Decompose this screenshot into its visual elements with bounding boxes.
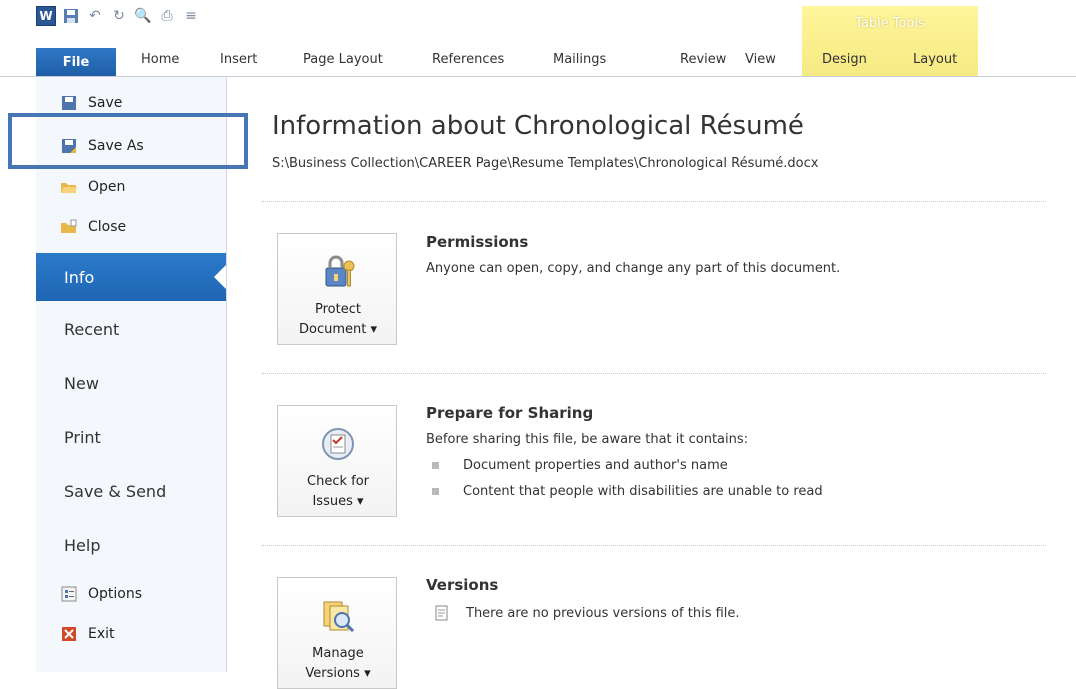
manage-versions-button[interactable]: Manage Versions ▾ [277, 577, 397, 689]
tab-page-layout[interactable]: Page Layout [303, 52, 383, 67]
tab-layout[interactable]: Layout [913, 52, 957, 67]
nav-save[interactable]: Save [36, 91, 226, 115]
nav-save-send[interactable]: Save & Send [36, 467, 226, 515]
list-item: Content that people with disabilities ar… [426, 484, 823, 499]
tab-references[interactable]: References [432, 52, 504, 67]
nav-help-label: Help [64, 535, 101, 555]
options-icon [60, 585, 78, 603]
selected-notch [214, 265, 226, 289]
quick-print-icon[interactable]: ⎙ [158, 7, 176, 25]
nav-print-label: Print [64, 427, 101, 447]
nav-info-label: Info [64, 267, 95, 287]
permissions-heading: Permissions [426, 233, 529, 251]
versions-text: There are no previous versions of this f… [466, 605, 740, 621]
qat-icon-group: W ↶ ↻ 🔍 ⎙ ≡ [36, 6, 200, 26]
nav-options-label: Options [88, 586, 143, 602]
sharing-text: Before sharing this file, be aware that … [426, 432, 749, 447]
redo-icon[interactable]: ↻ [110, 7, 128, 25]
nav-save-label: Save [88, 95, 123, 111]
page-title: Information about Chronological Résumé [272, 111, 804, 141]
nav-exit[interactable]: Exit [36, 617, 226, 651]
manage-versions-label-1: Manage [312, 646, 364, 661]
tab-mailings[interactable]: Mailings [553, 52, 606, 67]
sharing-bullet-1: Document properties and author's name [463, 458, 728, 473]
protect-label-2: Document ▾ [298, 322, 377, 337]
check-for-issues-button[interactable]: Check for Issues ▾ [277, 405, 397, 517]
bullet-square-icon [432, 488, 439, 495]
versions-heading: Versions [426, 576, 499, 594]
nav-print[interactable]: Print [36, 413, 226, 461]
save-as-highlight [8, 113, 248, 169]
section-divider [262, 545, 1046, 546]
nav-help[interactable]: Help [36, 521, 226, 569]
check-issues-label-2: Issues ▾ [312, 494, 364, 509]
section-divider [262, 373, 1046, 374]
sharing-bullet-2: Content that people with disabilities ar… [463, 484, 823, 499]
file-path: S:\Business Collection\CAREER Page\Resum… [272, 156, 819, 171]
print-preview-icon[interactable]: 🔍 [134, 7, 152, 25]
open-folder-icon [60, 178, 78, 196]
document-icon [434, 605, 450, 621]
list-item: Document properties and author's name [426, 458, 728, 473]
check-issues-label-1: Check for [307, 474, 369, 489]
protect-label-1: Protect [315, 302, 361, 317]
nav-info[interactable]: Info [36, 253, 226, 301]
nav-open-label: Open [88, 179, 126, 195]
section-divider [262, 201, 1046, 202]
tab-design[interactable]: Design [822, 52, 867, 67]
permissions-text: Anyone can open, copy, and change any pa… [426, 261, 841, 276]
nav-close[interactable]: Close [36, 210, 226, 244]
tab-insert[interactable]: Insert [220, 52, 257, 67]
nav-save-send-label: Save & Send [64, 481, 167, 501]
info-pane: Information about Chronological Résumé S… [262, 77, 1076, 689]
save-icon[interactable] [62, 7, 80, 25]
nav-exit-label: Exit [88, 626, 115, 642]
versions-row: There are no previous versions of this f… [426, 605, 740, 621]
table-tools-title: Table Tools [855, 16, 925, 31]
versions-icon [318, 596, 358, 636]
undo-icon[interactable]: ↶ [86, 7, 104, 25]
lock-key-icon [318, 252, 358, 292]
nav-options[interactable]: Options [36, 577, 226, 611]
nav-new[interactable]: New [36, 359, 226, 407]
protect-document-button[interactable]: Protect Document ▾ [277, 233, 397, 345]
tab-review[interactable]: Review [680, 52, 726, 67]
nav-new-label: New [64, 373, 99, 393]
nav-open[interactable]: Open [36, 170, 226, 204]
close-folder-icon [60, 218, 78, 236]
tab-home[interactable]: Home [141, 52, 179, 67]
manage-versions-label-2: Versions ▾ [305, 666, 371, 681]
customize-icon[interactable]: ≡ [182, 7, 200, 25]
nav-recent[interactable]: Recent [36, 305, 226, 353]
tab-view[interactable]: View [745, 52, 776, 67]
tab-file[interactable]: File [36, 48, 116, 76]
word-icon[interactable]: W [36, 6, 56, 26]
sharing-heading: Prepare for Sharing [426, 404, 594, 422]
nav-recent-label: Recent [64, 319, 120, 339]
bullet-square-icon [432, 462, 439, 469]
save-icon [60, 94, 78, 112]
nav-close-label: Close [88, 219, 127, 235]
exit-icon [60, 625, 78, 643]
inspect-document-icon [318, 424, 358, 464]
